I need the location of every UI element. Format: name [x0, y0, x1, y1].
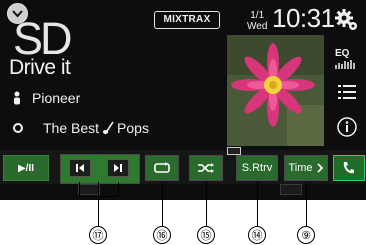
callout-14: ⑭ — [248, 226, 266, 244]
head-unit-screen: SD Drive it Pioneer The Best Pops MIXTRA… — [0, 0, 366, 200]
callout-9: ⑨ — [297, 226, 315, 244]
position-marker — [227, 147, 241, 155]
album-disc-icon — [13, 123, 23, 133]
info-icon — [337, 117, 357, 137]
person-icon — [14, 91, 20, 105]
repeat-button[interactable] — [145, 155, 179, 181]
time-button[interactable]: Time — [284, 155, 328, 181]
skip-previous-icon — [76, 164, 84, 172]
track-title: Drive it — [9, 56, 71, 79]
time-button-label: Time — [288, 162, 313, 174]
album-name-suffix: Pops — [117, 120, 149, 136]
gear-icon — [335, 9, 357, 30]
eq-label: EQ — [335, 48, 350, 59]
next-track-button[interactable] — [107, 159, 129, 177]
sound-retriever-button[interactable]: S.Rtrv — [236, 155, 278, 181]
callout-leader — [162, 182, 163, 226]
date-weekday: Wed — [247, 21, 268, 32]
chevron-right-icon — [316, 163, 323, 173]
callout-15: ⑮ — [197, 226, 215, 244]
callout-bracket — [79, 196, 119, 197]
repeat-icon — [154, 162, 170, 173]
play-pause-button[interactable]: ▶/II — [3, 155, 49, 181]
callout-17: ⑰ — [89, 226, 107, 244]
clock: 10:31 — [272, 3, 335, 33]
flower-artwork-image — [227, 35, 324, 146]
callout-leader — [79, 182, 80, 196]
previous-track-button[interactable] — [69, 159, 91, 177]
track-list-button[interactable] — [338, 85, 356, 104]
callout-leader — [206, 182, 207, 226]
info-button[interactable] — [337, 117, 357, 142]
date-day: 1/1 — [250, 10, 265, 21]
date-display: 1/1 Wed — [247, 10, 267, 32]
artist-row: Pioneer — [13, 90, 80, 106]
eq-button[interactable]: EQ — [335, 48, 355, 72]
bezel-stub — [280, 184, 302, 195]
settings-button[interactable] — [335, 8, 359, 37]
album-name: The Best — [43, 120, 100, 136]
callout-leader — [98, 182, 99, 226]
phone-button[interactable] — [333, 155, 365, 181]
mixtrax-button[interactable]: MIXTRAX — [154, 11, 220, 29]
skip-next-icon — [114, 164, 122, 172]
source-name: SD — [13, 13, 72, 64]
callout-16: ⑯ — [153, 226, 171, 244]
phone-icon — [343, 162, 354, 174]
album-artwork — [227, 35, 324, 146]
list-icon — [338, 85, 356, 99]
album-row: The Best Pops — [13, 120, 149, 136]
bezel-stub — [78, 184, 100, 195]
callout-leader — [118, 182, 119, 196]
callout-leader — [306, 182, 307, 226]
shuffle-icon — [198, 163, 214, 173]
shuffle-button[interactable] — [189, 155, 223, 181]
eq-bars-icon — [335, 60, 355, 69]
callout-leader — [257, 182, 258, 226]
artist-name: Pioneer — [32, 90, 81, 106]
guitar-icon — [102, 121, 114, 135]
